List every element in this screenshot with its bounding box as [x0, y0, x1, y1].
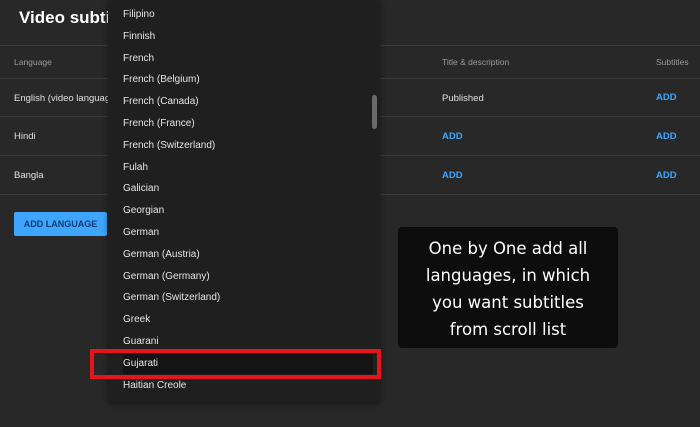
dropdown-item[interactable]: German [123, 223, 373, 243]
add-language-button[interactable]: ADD LANGUAGE [14, 212, 107, 236]
dropdown-item[interactable]: French (France) [123, 114, 373, 134]
callout-line: languages, in which [425, 266, 591, 285]
dropdown-item[interactable]: Finnish [123, 27, 373, 47]
row-language: Hindi [14, 131, 36, 142]
header-language: Language [14, 57, 52, 67]
add-subtitles-button[interactable]: ADD [656, 131, 677, 142]
dropdown-item[interactable]: Galician [123, 179, 373, 199]
add-subtitles-button[interactable]: ADD [656, 92, 677, 103]
callout-line: from scroll list [449, 320, 567, 339]
add-subtitles-button[interactable]: ADD [656, 170, 677, 181]
row-language: Bangla [14, 170, 44, 181]
dropdown-item[interactable]: Georgian [123, 201, 373, 221]
callout-line: One by One add all [428, 239, 588, 258]
dropdown-item[interactable]: French (Belgium) [123, 70, 373, 90]
dropdown-item[interactable]: French (Switzerland) [123, 136, 373, 156]
dropdown-item[interactable]: German (Germany) [123, 267, 373, 287]
dropdown-item[interactable]: Greek [123, 310, 373, 330]
callout-line: you want subtitles [432, 293, 584, 312]
add-title-button[interactable]: ADD [442, 131, 463, 142]
dropdown-item[interactable]: Fulah [123, 158, 373, 178]
dropdown-item[interactable]: Filipino [123, 5, 373, 25]
dropdown-item[interactable]: German (Austria) [123, 245, 373, 265]
header-title-description: Title & description [442, 57, 510, 67]
row-title-status: Published [442, 93, 484, 104]
dropdown-item[interactable]: French (Canada) [123, 92, 373, 112]
annotation-callout: One by One add all languages, in which y… [398, 227, 618, 348]
highlight-box [90, 349, 381, 379]
header-subtitles: Subtitles [656, 57, 689, 67]
page-title: Video subtit [19, 8, 116, 27]
dropdown-item[interactable]: French [123, 49, 373, 69]
language-dropdown[interactable]: Filipino Finnish French French (Belgium) Fre… [108, 0, 380, 402]
add-title-button[interactable]: ADD [442, 170, 463, 181]
dropdown-item[interactable]: German (Switzerland) [123, 288, 373, 308]
row-language: English (video language [14, 93, 116, 104]
